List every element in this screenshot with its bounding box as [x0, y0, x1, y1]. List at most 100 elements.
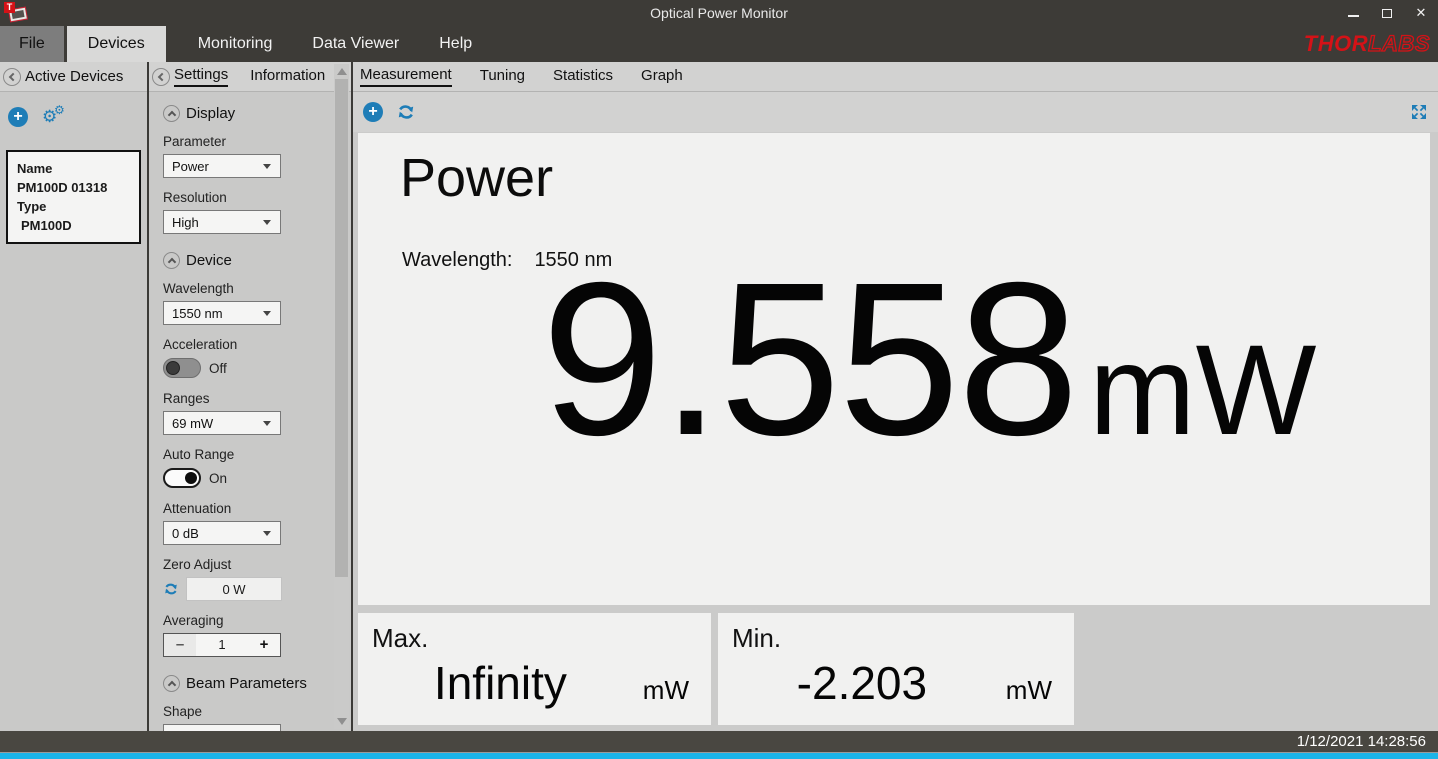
acceleration-toggle[interactable]	[163, 358, 201, 378]
thorlabs-logo: THORLABS	[1304, 31, 1430, 57]
tab-graph[interactable]: Graph	[641, 67, 683, 86]
decrement-button[interactable]: –	[164, 634, 196, 656]
tab-settings[interactable]: Settings	[174, 66, 228, 87]
expand-icon	[1408, 101, 1430, 123]
averaging-label: Averaging	[163, 613, 334, 628]
active-devices-title: Active Devices	[25, 68, 123, 85]
power-reading-card: Power Wavelength: 1550 nm 9.558 mW	[358, 133, 1430, 605]
add-device-button[interactable]: +	[8, 107, 28, 127]
device-type-value: PM100D	[17, 216, 130, 235]
minimize-button[interactable]	[1336, 0, 1370, 26]
increment-button[interactable]: +	[248, 634, 280, 656]
refresh-button[interactable]	[396, 102, 416, 122]
settings-header: Settings Information	[149, 62, 351, 92]
averaging-value: 1	[196, 634, 248, 656]
resolution-label: Resolution	[163, 190, 334, 205]
auto-range-state: On	[209, 471, 227, 486]
ranges-label: Ranges	[163, 391, 334, 406]
scroll-down-arrow[interactable]	[337, 718, 347, 725]
scroll-up-arrow[interactable]	[337, 68, 347, 75]
resolution-select[interactable]: High	[163, 210, 281, 234]
min-unit: mW	[1006, 675, 1074, 706]
chevron-left-icon	[9, 72, 17, 80]
chevron-left-icon	[158, 72, 166, 80]
parameter-select[interactable]: Power	[163, 154, 281, 178]
wavelength-label: Wavelength:	[402, 249, 512, 272]
device-type-label: Type	[17, 197, 130, 216]
datetime: 1/12/2021 14:28:56	[1297, 733, 1426, 750]
toggle-knob	[185, 472, 197, 484]
min-box: Min. -2.203 mW	[718, 613, 1074, 725]
menubar: File Devices Monitoring Data Viewer Help…	[0, 26, 1438, 62]
reading-value-row: 9.558 mW	[393, 280, 1438, 471]
taskbar-strip	[0, 753, 1438, 759]
tab-statistics[interactable]: Statistics	[553, 67, 613, 86]
device-settings-icon[interactable]: ⚙ ⚙	[42, 106, 68, 128]
max-value: Infinity	[358, 656, 643, 710]
attenuation-label: Attenuation	[163, 501, 334, 516]
reading-unit: mW	[1089, 311, 1316, 471]
expand-button[interactable]	[1408, 101, 1430, 128]
device-name-label: Name	[17, 159, 130, 178]
maximize-icon	[1382, 9, 1392, 18]
attenuation-select[interactable]: 0 dB	[163, 521, 281, 545]
active-devices-panel: Active Devices + ⚙ ⚙ Name PM100D 01318 T…	[0, 62, 147, 731]
measurement-toolbar: +	[353, 92, 1438, 132]
measurement-panel: Measurement Tuning Statistics Graph +	[353, 62, 1438, 731]
wavelength-label: Wavelength	[163, 281, 334, 296]
tab-measurement[interactable]: Measurement	[360, 66, 452, 87]
tab-information[interactable]: Information	[250, 67, 325, 86]
auto-range-label: Auto Range	[163, 447, 334, 462]
menu-data-viewer[interactable]: Data Viewer	[292, 26, 419, 62]
minimize-icon	[1348, 15, 1359, 17]
zero-adjust-refresh-icon[interactable]	[163, 581, 179, 597]
scrollbar-thumb[interactable]	[335, 79, 348, 577]
close-button[interactable]: ✕	[1404, 0, 1438, 26]
chevron-down-icon	[263, 311, 271, 316]
chevron-up-icon	[168, 258, 176, 266]
chevron-down-icon	[263, 421, 271, 426]
menu-devices[interactable]: Devices	[67, 26, 166, 62]
thorlabs-app-icon: T	[3, 2, 29, 24]
add-measurement-button[interactable]: +	[363, 102, 383, 122]
max-unit: mW	[643, 675, 711, 706]
settings-scrollbar[interactable]	[334, 64, 349, 729]
menu-monitoring[interactable]: Monitoring	[178, 26, 293, 62]
collapse-section-icon	[163, 252, 180, 269]
collapse-panel-button[interactable]	[3, 68, 21, 86]
active-devices-header: Active Devices	[0, 62, 147, 92]
wavelength-select[interactable]: 1550 nm	[163, 301, 281, 325]
chevron-down-icon	[263, 531, 271, 536]
auto-range-toggle[interactable]	[163, 468, 201, 488]
parameter-label: Parameter	[163, 134, 334, 149]
chevron-down-icon	[263, 164, 271, 169]
devices-toolbar: + ⚙ ⚙	[0, 92, 147, 132]
maximize-button[interactable]	[1370, 0, 1404, 26]
chevron-up-icon	[168, 111, 176, 119]
content-area: Active Devices + ⚙ ⚙ Name PM100D 01318 T…	[0, 62, 1438, 731]
measurement-tabs: Measurement Tuning Statistics Graph	[353, 62, 1438, 92]
collapse-section-icon	[163, 675, 180, 692]
chevron-up-icon	[168, 681, 176, 689]
collapse-settings-button[interactable]	[152, 68, 170, 86]
menu-file[interactable]: File	[0, 26, 64, 62]
min-value: -2.203	[718, 656, 1006, 710]
max-label: Max.	[358, 613, 711, 654]
tab-tuning[interactable]: Tuning	[480, 67, 525, 86]
app-icon-t: T	[4, 2, 15, 13]
max-box: Max. Infinity mW	[358, 613, 711, 725]
settings-panel: Settings Information Display Parameter P…	[149, 62, 351, 731]
settings-scroll-area: Display Parameter Power Resolution High …	[149, 93, 334, 731]
device-section-header[interactable]: Device	[163, 252, 334, 269]
device-card[interactable]: Name PM100D 01318 Type PM100D	[6, 150, 141, 244]
menu-help[interactable]: Help	[419, 26, 492, 62]
display-section-header[interactable]: Display	[163, 105, 334, 122]
window-controls: ✕	[1336, 0, 1438, 26]
ranges-select[interactable]: 69 mW	[163, 411, 281, 435]
status-bar: 1/12/2021 14:28:56	[0, 731, 1438, 752]
averaging-stepper: – 1 +	[163, 633, 281, 657]
zero-adjust-field[interactable]: 0 W	[186, 577, 282, 601]
reading-value: 9.558	[542, 280, 1078, 440]
toggle-knob	[166, 361, 180, 375]
beam-parameters-section-header[interactable]: Beam Parameters	[163, 675, 334, 692]
